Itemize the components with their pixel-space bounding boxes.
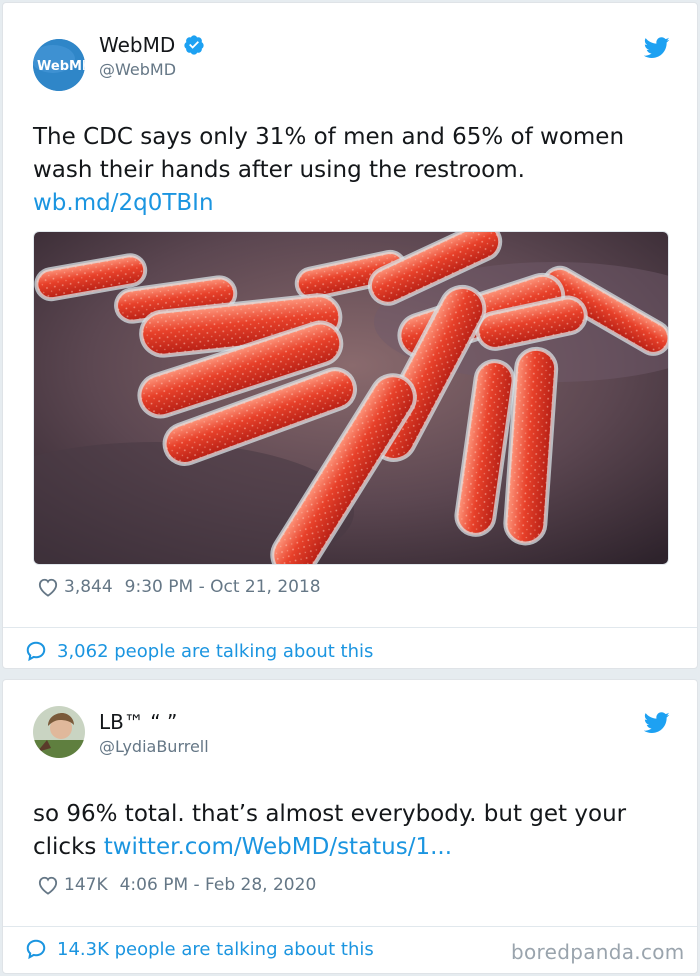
display-name[interactable]: LB™ “ ” xyxy=(99,710,177,734)
twitter-bird-icon[interactable] xyxy=(644,37,670,59)
tweet-meta: 3,844 9:30 PM - Oct 21, 2018 xyxy=(37,577,321,597)
tweet-image[interactable] xyxy=(33,231,669,565)
talking-about-text: 3,062 people are talking about this xyxy=(57,640,374,662)
talking-about-link[interactable]: 14.3K people are talking about this xyxy=(25,938,374,960)
divider xyxy=(3,926,697,927)
tweet-header: LB™ “ ” @LydiaBurrell xyxy=(3,680,697,760)
svg-text:WebMD: WebMD xyxy=(37,59,85,74)
tweet-timestamp[interactable]: 4:06 PM - Feb 28, 2020 xyxy=(120,875,317,895)
tweet-meta: 147K 4:06 PM - Feb 28, 2020 xyxy=(37,875,316,895)
tweet-card-lydia: LB™ “ ” @LydiaBurrell so 96% total. that… xyxy=(2,679,698,974)
tweet-text: so 96% total. that’s almost everybody. b… xyxy=(33,798,683,864)
tweet-link[interactable]: wb.md/2q0TBIn xyxy=(33,187,673,220)
name-line: WebMD xyxy=(99,33,205,57)
bacteria-illustration xyxy=(34,232,668,564)
talking-about-text: 14.3K people are talking about this xyxy=(57,938,374,960)
display-name[interactable]: WebMD xyxy=(99,33,175,57)
tweet-text-line2: clicks twitter.com/WebMD/status/1... xyxy=(33,831,683,864)
user-handle[interactable]: @WebMD xyxy=(99,60,176,79)
avatar-lydia[interactable] xyxy=(33,706,85,758)
tweet-timestamp[interactable]: 9:30 PM - Oct 21, 2018 xyxy=(125,577,321,597)
speech-bubble-icon xyxy=(26,641,46,662)
webmd-logo-icon: WebMD xyxy=(33,39,85,91)
watermark: boredpanda.com xyxy=(511,940,685,964)
tweet-card-webmd: WebMD WebMD @WebMD The CDC says only 31%… xyxy=(2,2,698,669)
heart-icon[interactable] xyxy=(37,875,59,895)
tweet-link[interactable]: twitter.com/WebMD/status/1... xyxy=(104,834,452,860)
name-line: LB™ “ ” xyxy=(99,710,177,734)
like-count: 3,844 xyxy=(64,577,113,597)
speech-bubble-icon xyxy=(26,939,46,960)
profile-photo-icon xyxy=(33,706,85,758)
like-count: 147K xyxy=(64,875,108,895)
tweet-text-prefix: clicks xyxy=(33,834,104,860)
avatar-webmd[interactable]: WebMD xyxy=(33,39,85,91)
tweet-text-line1: The CDC says only 31% of men and 65% of … xyxy=(33,124,625,150)
tweet-text: The CDC says only 31% of men and 65% of … xyxy=(33,121,673,220)
divider xyxy=(3,627,697,628)
talking-about-link[interactable]: 3,062 people are talking about this xyxy=(25,640,373,662)
tweet-header: WebMD WebMD @WebMD xyxy=(3,3,697,91)
user-handle[interactable]: @LydiaBurrell xyxy=(99,737,209,756)
tweet-text-line2: wash their hands after using the restroo… xyxy=(33,157,525,183)
twitter-bird-icon[interactable] xyxy=(644,712,670,734)
verified-badge-icon xyxy=(184,35,204,55)
tweet-text-line1: so 96% total. that’s almost everybody. b… xyxy=(33,801,627,827)
heart-icon[interactable] xyxy=(37,577,59,597)
